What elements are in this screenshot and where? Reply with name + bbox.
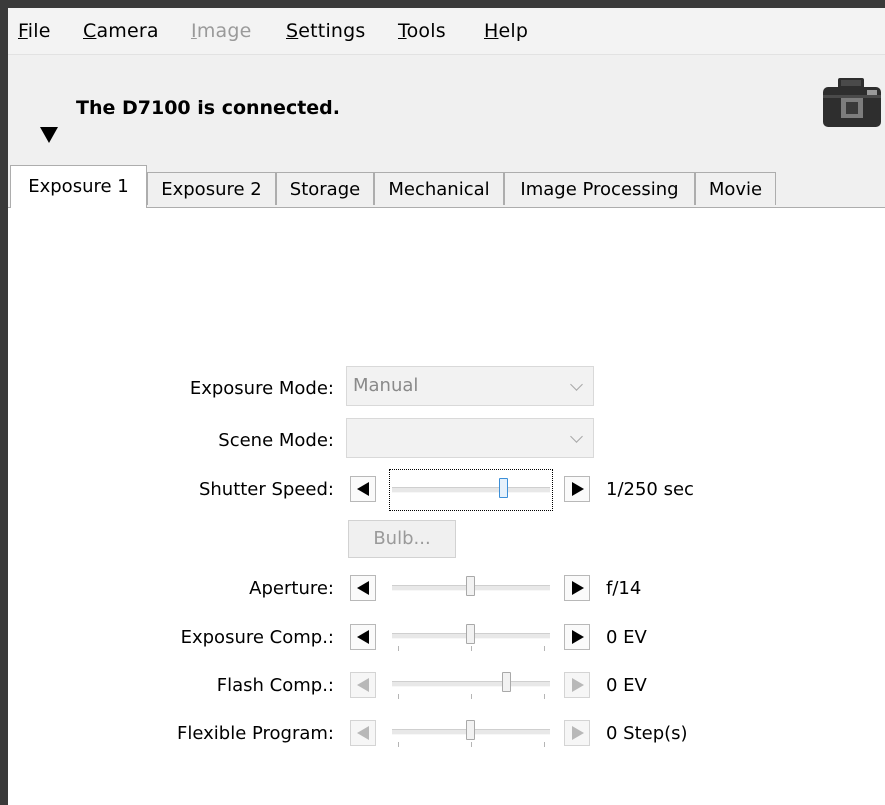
flexible-program-increase-button[interactable] xyxy=(564,720,590,746)
exposure-1-panel: Exposure Mode: Manual Scene Mode: Shutte… xyxy=(8,208,885,805)
flexible-program-decrease-button[interactable] xyxy=(350,720,376,746)
menu-file[interactable]: File xyxy=(18,20,51,42)
flexible-program-slider[interactable] xyxy=(392,714,550,750)
tab-strip: Exposure 1 Exposure 2 Storage Mechanical… xyxy=(8,165,885,208)
menu-settings[interactable]: Settings xyxy=(286,20,366,42)
triangle-left-icon xyxy=(357,678,369,692)
menu-help[interactable]: Help xyxy=(484,20,528,42)
aperture-slider[interactable] xyxy=(392,570,550,606)
connection-header: The D7100 is connected. xyxy=(8,55,885,165)
slider-thumb[interactable] xyxy=(466,720,475,740)
tab-mechanical[interactable]: Mechanical xyxy=(374,172,504,205)
aperture-decrease-button[interactable] xyxy=(350,575,376,601)
slider-tick xyxy=(398,694,399,699)
slider-tick xyxy=(471,694,472,699)
shutter-speed-label: Shutter Speed: xyxy=(198,479,334,500)
tab-exposure-1[interactable]: Exposure 1 xyxy=(10,165,147,208)
slider-tick xyxy=(544,646,545,651)
triangle-left-icon xyxy=(357,726,369,740)
menu-camera[interactable]: Camera xyxy=(83,20,159,42)
tab-exposure-2[interactable]: Exposure 2 xyxy=(147,172,276,205)
menu-image[interactable]: Image xyxy=(191,20,252,42)
exposure-comp-slider[interactable] xyxy=(392,618,550,654)
shutter-speed-value: 1/250 sec xyxy=(606,479,694,500)
triangle-right-icon xyxy=(572,678,584,692)
tab-image-processing[interactable]: Image Processing xyxy=(504,172,695,205)
exposure-comp-value: 0 EV xyxy=(606,627,647,648)
triangle-right-icon xyxy=(572,630,584,644)
menu-tools[interactable]: Tools xyxy=(398,20,446,42)
chevron-down-icon xyxy=(570,378,583,391)
exposure-comp-decrease-button[interactable] xyxy=(350,624,376,650)
menu-bar: File Camera Image Settings Tools Help xyxy=(8,8,885,55)
flash-comp-value: 0 EV xyxy=(606,675,647,696)
slider-tick xyxy=(544,694,545,699)
flexible-program-label: Flexible Program: xyxy=(177,723,334,744)
tab-storage[interactable]: Storage xyxy=(276,172,374,205)
triangle-right-icon xyxy=(572,726,584,740)
shutter-speed-slider[interactable] xyxy=(389,469,553,511)
flash-comp-decrease-button[interactable] xyxy=(350,672,376,698)
flash-comp-slider[interactable] xyxy=(392,666,550,702)
exposure-comp-increase-button[interactable] xyxy=(564,624,590,650)
slider-tick xyxy=(471,742,472,747)
flexible-program-value: 0 Step(s) xyxy=(606,723,688,744)
triangle-left-icon xyxy=(357,630,369,644)
triangle-down-icon[interactable] xyxy=(40,127,58,143)
shutter-speed-decrease-button[interactable] xyxy=(350,476,376,502)
exposure-mode-label: Exposure Mode: xyxy=(189,378,334,399)
chevron-down-icon xyxy=(570,430,583,443)
scene-mode-select[interactable] xyxy=(346,418,594,458)
triangle-left-icon xyxy=(357,482,369,496)
scene-mode-label: Scene Mode: xyxy=(218,430,334,451)
triangle-left-icon xyxy=(357,581,369,595)
slider-thumb[interactable] xyxy=(466,624,475,644)
flash-comp-increase-button[interactable] xyxy=(564,672,590,698)
aperture-label: Aperture: xyxy=(249,578,334,599)
aperture-value: f/14 xyxy=(606,578,642,599)
exposure-comp-label: Exposure Comp.: xyxy=(180,627,334,648)
triangle-right-icon xyxy=(572,581,584,595)
exposure-mode-value: Manual xyxy=(353,375,419,396)
slider-tick xyxy=(471,646,472,651)
slider-track xyxy=(392,681,550,687)
slider-track xyxy=(392,487,550,493)
triangle-right-icon xyxy=(572,482,584,496)
bulb-button[interactable]: Bulb... xyxy=(348,520,456,558)
tab-movie[interactable]: Movie xyxy=(695,172,776,205)
shutter-speed-increase-button[interactable] xyxy=(564,476,590,502)
slider-tick xyxy=(398,742,399,747)
slider-thumb[interactable] xyxy=(466,576,475,596)
slider-tick xyxy=(544,742,545,747)
exposure-mode-select[interactable]: Manual xyxy=(346,366,594,406)
flash-comp-label: Flash Comp.: xyxy=(216,675,334,696)
connection-status: The D7100 is connected. xyxy=(76,97,340,119)
slider-thumb[interactable] xyxy=(502,672,512,692)
slider-thumb[interactable] xyxy=(499,478,509,498)
slider-tick xyxy=(398,646,399,651)
aperture-increase-button[interactable] xyxy=(564,575,590,601)
app-window: File Camera Image Settings Tools Help Th… xyxy=(8,8,885,805)
camera-icon xyxy=(823,78,881,127)
